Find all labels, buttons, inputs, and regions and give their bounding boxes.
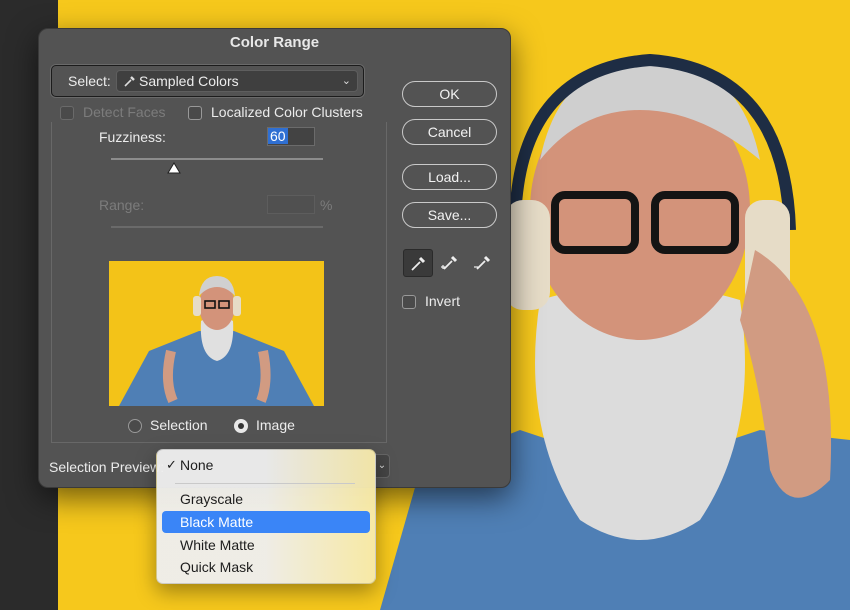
select-dropdown[interactable]: Sampled Colors ⌄ [116, 70, 358, 92]
image-preview [109, 261, 324, 406]
localized-clusters-checkbox[interactable] [188, 106, 202, 120]
select-value: Sampled Colors [139, 73, 239, 89]
menu-item-none[interactable]: ✓ None [162, 454, 370, 476]
selection-radio[interactable] [128, 419, 142, 433]
menu-separator [175, 483, 355, 484]
fuzziness-slider-thumb[interactable] [167, 162, 181, 174]
range-unit: % [320, 197, 333, 213]
range-slider-track[interactable] [111, 226, 323, 228]
menu-item-black-matte[interactable]: Black Matte [162, 511, 370, 533]
eyedropper-tool[interactable] [403, 249, 433, 277]
menu-item-quick-mask[interactable]: Quick Mask [162, 556, 370, 578]
selection-preview-label: Selection Preview: [49, 459, 165, 475]
detect-faces-checkbox[interactable] [60, 106, 74, 120]
save-button[interactable]: Save... [402, 202, 497, 228]
fuzziness-value: 60 [268, 128, 288, 144]
invert-label: Invert [425, 293, 461, 309]
fuzziness-slider-track[interactable] [111, 158, 323, 160]
select-row: Select: Sampled Colors ⌄ [51, 65, 364, 97]
ok-button[interactable]: OK [402, 81, 497, 107]
select-label: Select: [68, 73, 111, 89]
chevron-down-icon: ⌄ [341, 75, 351, 87]
eyedropper-plus-icon [441, 255, 458, 270]
fuzziness-label: Fuzziness: [99, 129, 166, 145]
range-label: Range: [99, 197, 145, 213]
localized-clusters-label: Localized Color Clusters [211, 104, 363, 120]
color-range-dialog: Color Range Select: Sampled Colors ⌄ Det… [38, 28, 511, 488]
load-button[interactable]: Load... [402, 164, 497, 190]
checkmark-icon: ✓ [166, 457, 177, 472]
selection-radio-label: Selection [150, 417, 208, 433]
selection-preview-popup[interactable]: ⌄ [374, 454, 390, 478]
image-radio-label: Image [256, 417, 295, 433]
eyedropper-minus-tool[interactable] [469, 249, 497, 275]
fuzziness-field[interactable]: 60 [267, 127, 315, 146]
image-radio[interactable] [234, 419, 248, 433]
invert-checkbox[interactable] [402, 295, 416, 309]
dialog-title: Color Range [229, 34, 320, 51]
menu-item-white-matte[interactable]: White Matte [162, 534, 370, 556]
detect-faces-label: Detect Faces [83, 104, 166, 120]
cancel-button[interactable]: Cancel [402, 119, 497, 145]
range-field[interactable] [267, 195, 315, 214]
eyedropper-icon [411, 256, 426, 271]
eyedropper-icon [123, 73, 137, 93]
eyedropper-plus-tool[interactable] [436, 249, 464, 275]
eyedropper-minus-icon [474, 255, 491, 270]
selection-preview-menu: ✓ None Grayscale Black Matte White Matte… [156, 449, 376, 584]
menu-item-grayscale[interactable]: Grayscale [162, 488, 370, 510]
